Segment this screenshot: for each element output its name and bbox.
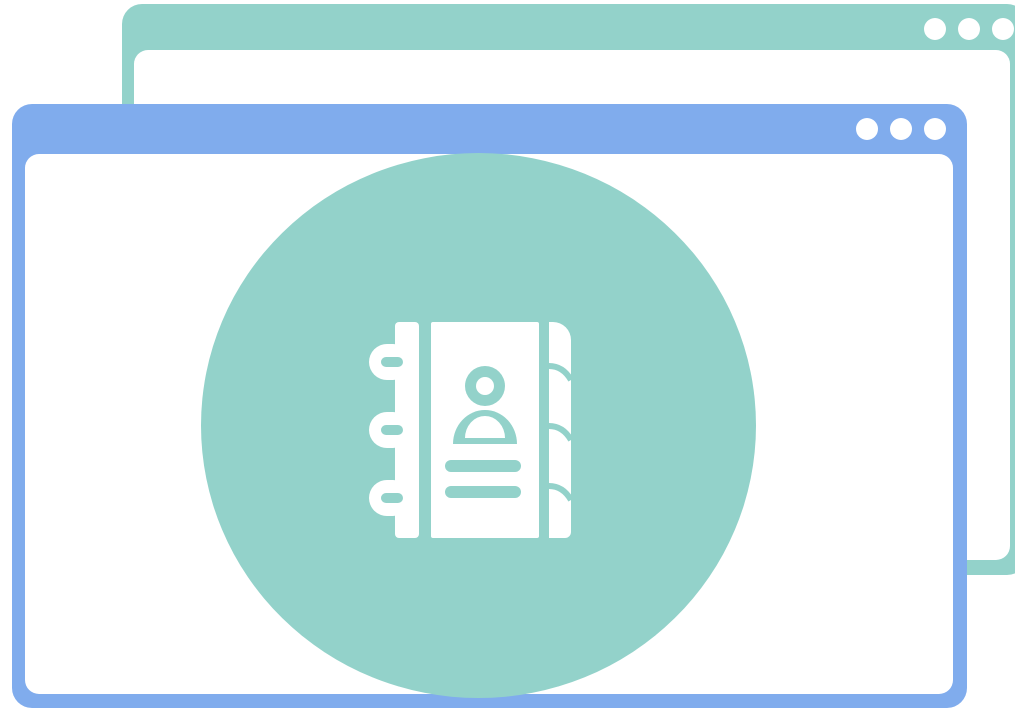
window-dot <box>992 18 1014 40</box>
window-dot <box>958 18 980 40</box>
window-dot <box>924 118 946 140</box>
window-dot <box>890 118 912 140</box>
window-dot <box>924 18 946 40</box>
window-dot <box>856 118 878 140</box>
window-controls-three-dots-icon <box>856 118 946 140</box>
text-line <box>445 460 521 472</box>
window-controls-three-dots-icon <box>924 18 1014 40</box>
text-line <box>445 486 521 498</box>
address-book-icon <box>369 322 574 538</box>
